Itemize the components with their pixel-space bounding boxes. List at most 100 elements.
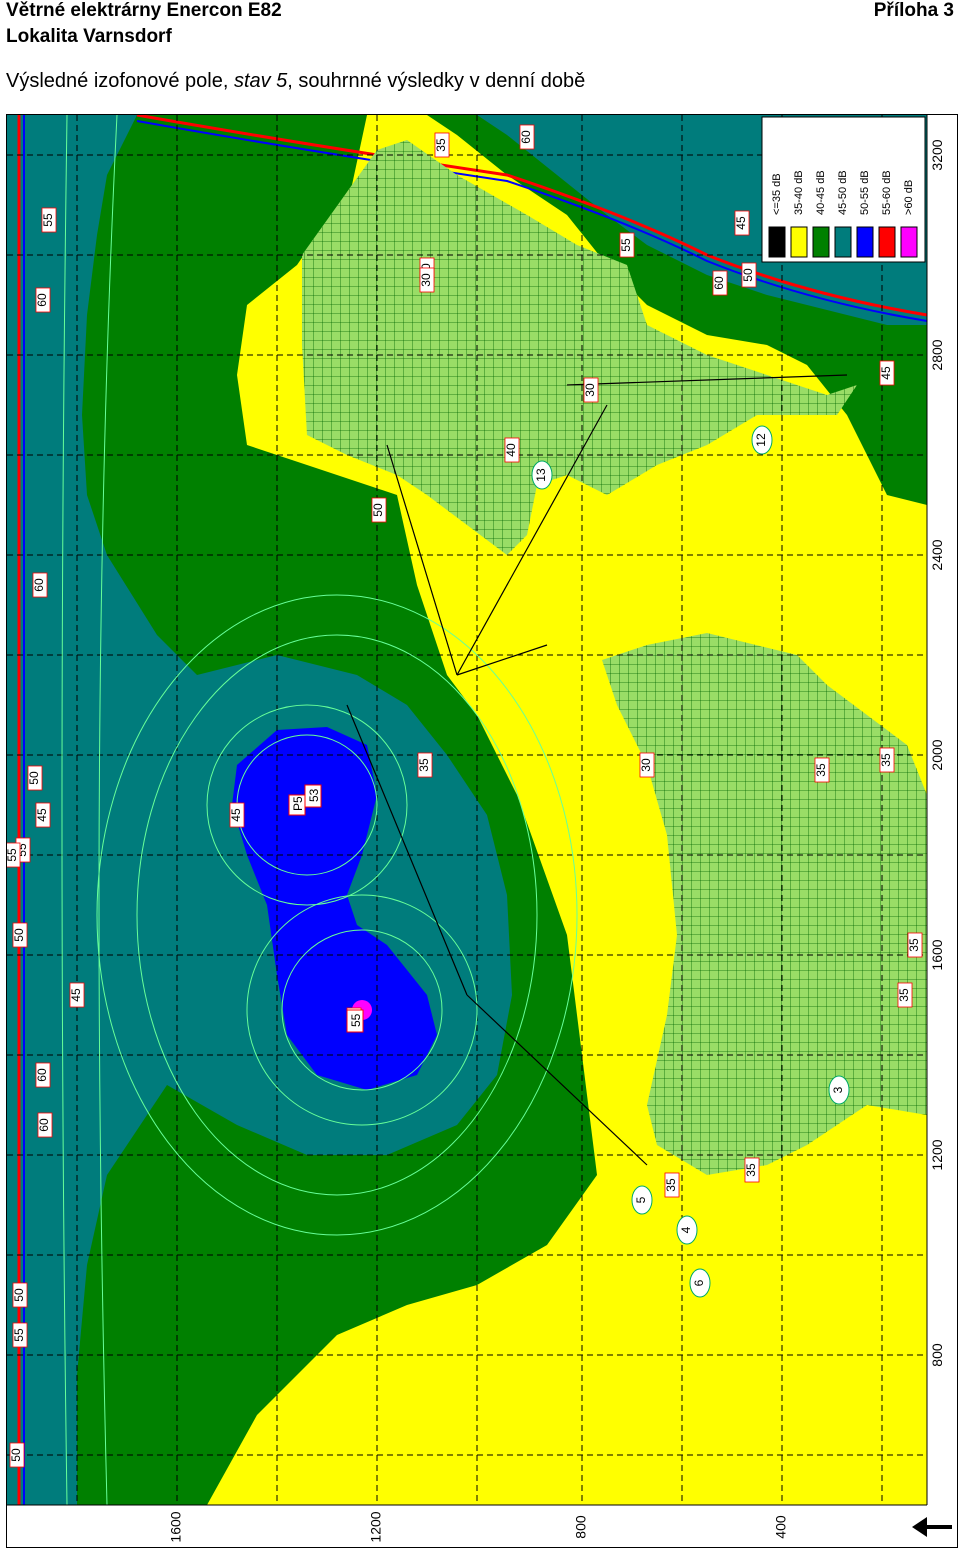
axis-right-tick: 3200	[929, 139, 945, 170]
svg-text:50: 50	[27, 771, 41, 785]
receiver-point[interactable]: 6	[689, 1268, 711, 1298]
svg-text:45: 45	[879, 366, 893, 380]
legend-label: <=35 dB	[771, 173, 783, 215]
axis-right-tick: 2000	[929, 739, 945, 770]
contour-label: 45	[229, 802, 245, 828]
contour-label: 40	[504, 437, 520, 463]
contour-label: 35	[664, 1172, 680, 1198]
svg-text:35: 35	[664, 1178, 678, 1192]
axis-right	[926, 115, 957, 1505]
svg-text:60: 60	[35, 1068, 49, 1082]
svg-text:60: 60	[712, 276, 726, 290]
axis-right-tick: 1600	[929, 939, 945, 970]
axis-bottom-tick: 400	[773, 1515, 789, 1539]
svg-text:30: 30	[639, 758, 653, 772]
svg-text:55: 55	[12, 1328, 26, 1342]
svg-text:4: 4	[679, 1226, 693, 1233]
axis-bottom-tick: 1600	[168, 1511, 184, 1542]
legend: <=35 dB 35-40 dB 40-45 dB 45-50 dB 50-55 dB 5…	[761, 116, 926, 263]
contour-label: 35	[879, 747, 895, 773]
svg-text:3: 3	[831, 1086, 845, 1093]
contour-label: 35	[434, 132, 450, 158]
axis-right-tick: 1200	[929, 1139, 945, 1170]
axis-bottom-tick: 800	[573, 1515, 589, 1539]
contour-label: 55	[619, 232, 635, 258]
receiver-point[interactable]: 5	[631, 1185, 653, 1215]
svg-text:55: 55	[41, 213, 55, 227]
legend-label: 40-45 dB	[815, 170, 827, 215]
noise-map[interactable]: 3200 2800 2400 2000 1600 1200 800 1600 1200 800 4…	[5, 113, 957, 1547]
contour-label: 60	[519, 124, 535, 150]
title-line-1: Větrné elektrárny Enercon E82	[6, 0, 282, 21]
receiver-point[interactable]: 13	[531, 460, 553, 490]
svg-text:12: 12	[754, 433, 768, 447]
svg-text:45: 45	[69, 988, 83, 1002]
contour-label: 50	[371, 497, 387, 523]
svg-text:30: 30	[419, 273, 433, 287]
contour-label: 35	[744, 1157, 760, 1183]
legend-label: >60 dB	[903, 180, 915, 215]
svg-text:60: 60	[32, 578, 46, 592]
svg-text:50: 50	[741, 268, 755, 282]
svg-text:35: 35	[744, 1163, 758, 1177]
contour-label: 55	[5, 842, 21, 868]
noise-map-frame: 3200 2800 2400 2000 1600 1200 800 1600 1200 800 4…	[5, 113, 958, 1548]
svg-text:40: 40	[504, 443, 518, 457]
contour-label: 50	[12, 922, 28, 948]
svg-text:60: 60	[37, 1118, 51, 1132]
axis-right-tick: 2800	[929, 339, 945, 370]
contour-label: 60	[37, 1112, 53, 1138]
legend-swatch	[790, 226, 808, 258]
contour-label: 35	[897, 982, 913, 1008]
svg-text:35: 35	[907, 938, 921, 952]
legend-swatch	[834, 226, 852, 258]
svg-text:50: 50	[9, 1448, 23, 1462]
svg-text:35: 35	[879, 753, 893, 767]
svg-text:60: 60	[519, 130, 533, 144]
svg-text:55: 55	[7, 848, 19, 862]
contour-label: 35	[417, 752, 433, 778]
receiver-point[interactable]: 12	[751, 425, 773, 455]
map-subtitle: Výsledné izofonové pole, stav 5, souhrnn…	[6, 70, 585, 93]
legend-label: 55-60 dB	[881, 170, 893, 215]
svg-text:55: 55	[619, 238, 633, 252]
contour-label: 35	[814, 757, 830, 783]
svg-text:45: 45	[229, 808, 243, 822]
svg-text:35: 35	[417, 758, 431, 772]
svg-text:35: 35	[434, 138, 448, 152]
contour-label: 45	[734, 210, 750, 236]
contour-label: 45	[69, 982, 85, 1008]
contour-label: 55	[12, 1322, 28, 1348]
contour-label: 60	[32, 572, 48, 598]
turbine-label-p5: P5	[291, 796, 305, 811]
svg-text:45: 45	[734, 216, 748, 230]
contour-label: 45	[879, 360, 895, 386]
legend-swatch	[812, 226, 830, 258]
receiver-point[interactable]: 3	[828, 1075, 850, 1105]
legend-swatch	[856, 226, 874, 258]
svg-text:5: 5	[634, 1196, 648, 1203]
svg-text:60: 60	[35, 293, 49, 307]
contour-label: 50	[12, 1282, 28, 1308]
contour-label: 55	[41, 207, 57, 233]
receiver-point[interactable]: 4	[676, 1215, 698, 1245]
legend-swatch	[768, 226, 786, 258]
title-line-2: Lokalita Varnsdorf	[6, 26, 172, 47]
axis-right-tick: 800	[929, 1343, 945, 1367]
svg-text:50: 50	[371, 503, 385, 517]
contour-label: 50	[27, 765, 43, 791]
legend-label: 35-40 dB	[793, 170, 805, 215]
svg-text:50: 50	[12, 1288, 26, 1302]
contour-label: 30	[583, 377, 599, 403]
svg-text:35: 35	[897, 988, 911, 1002]
axis-right-tick: 2400	[929, 539, 945, 570]
axis-bottom	[7, 1504, 957, 1547]
contour-label: 30	[639, 752, 655, 778]
svg-text:45: 45	[35, 808, 49, 822]
subtitle-suffix: , souhrnné výsledky v denní době	[287, 70, 586, 92]
svg-text:35: 35	[814, 763, 828, 777]
contour-label: 50	[9, 1442, 25, 1468]
turbine-label-53: 53	[307, 788, 321, 802]
svg-text:6: 6	[692, 1279, 706, 1286]
legend-label: 50-55 dB	[859, 170, 871, 215]
